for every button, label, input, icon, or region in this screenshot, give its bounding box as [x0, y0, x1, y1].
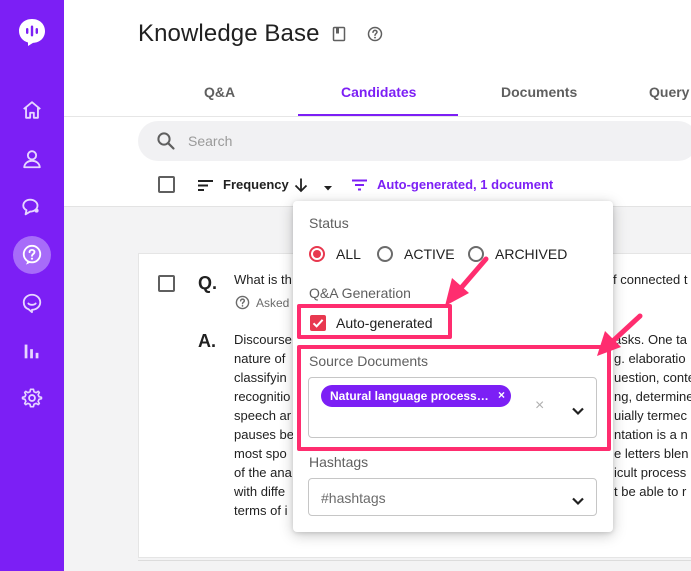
- tab-qa[interactable]: Q&A: [204, 84, 235, 100]
- answer-line: with diffe: [234, 484, 286, 499]
- asked-count: Asked: [256, 296, 290, 310]
- answer-line: pauses be: [234, 427, 294, 442]
- generation-section-title: Q&A Generation: [309, 285, 411, 301]
- filter-icon[interactable]: [351, 177, 369, 193]
- answer-line: of the ana: [234, 465, 292, 480]
- search-input[interactable]: [188, 129, 588, 153]
- answer-line-continued: icult process: [614, 465, 687, 480]
- status-radio-active[interactable]: [377, 246, 393, 262]
- help-circle-icon[interactable]: [367, 26, 383, 42]
- highlight-source-documents: [297, 345, 611, 451]
- answer-marker: A.: [198, 331, 216, 351]
- chat-bubble-icon[interactable]: [17, 17, 47, 47]
- arrow-down-icon[interactable]: [292, 176, 310, 194]
- answer-line-continued: g. elaboratio: [614, 351, 686, 366]
- sort-field-button[interactable]: Frequency: [223, 177, 289, 192]
- messages-icon[interactable]: [16, 287, 48, 319]
- question-text-continued: f connected t: [613, 272, 688, 287]
- search-icon: [156, 131, 176, 151]
- hashtags-select[interactable]: [308, 478, 597, 516]
- status-section-title: Status: [309, 215, 349, 231]
- analytics-icon[interactable]: [16, 335, 48, 367]
- answer-line: speech ar: [234, 408, 292, 423]
- book-icon[interactable]: [331, 26, 347, 42]
- filter-summary-button[interactable]: Auto-generated, 1 document: [377, 177, 553, 192]
- page-title: Knowledge Base: [138, 20, 320, 47]
- candidate-checkbox[interactable]: [158, 275, 175, 292]
- card-divider: [138, 560, 691, 561]
- gear-icon[interactable]: [16, 382, 48, 414]
- status-radio-all[interactable]: [309, 246, 325, 262]
- answer-line-continued: asks. One ta: [614, 332, 687, 347]
- answer-line: most spo: [234, 446, 287, 461]
- chevron-down-icon[interactable]: [571, 493, 585, 506]
- sidebar: [0, 0, 64, 571]
- tab-candidates[interactable]: Candidates: [341, 84, 416, 100]
- sort-icon: [197, 177, 215, 193]
- answer-line: terms of i: [234, 503, 288, 518]
- caret-down-icon[interactable]: [322, 180, 334, 191]
- answer-line-continued: ng, determine: [614, 389, 691, 404]
- answer-line: recognitio: [234, 389, 291, 404]
- answer-line: nature of: [234, 351, 286, 366]
- tabs-divider: [64, 116, 691, 117]
- help-circle-icon: [235, 295, 250, 310]
- hashtags-input[interactable]: [321, 488, 551, 508]
- answer-line-continued: uestion, conte: [614, 370, 691, 385]
- answer-line: classifyin: [234, 370, 287, 385]
- answer-line-continued: ntation is a n: [614, 427, 688, 442]
- tab-query[interactable]: Query: [649, 84, 689, 100]
- highlight-auto-generated: [297, 304, 452, 339]
- answer-line-continued: e letters blen: [614, 446, 689, 461]
- question-marker: Q.: [198, 273, 218, 293]
- status-radio-archived[interactable]: [468, 246, 484, 262]
- user-icon[interactable]: [16, 143, 48, 175]
- status-label-all[interactable]: ALL: [336, 246, 361, 262]
- answer-line: Discourse: [234, 332, 292, 347]
- status-label-active[interactable]: ACTIVE: [404, 246, 455, 262]
- status-label-archived[interactable]: ARCHIVED: [495, 246, 567, 262]
- home-icon[interactable]: [16, 94, 48, 126]
- conversations-icon[interactable]: [16, 191, 48, 223]
- hashtags-title: Hashtags: [309, 454, 369, 470]
- knowledge-base-icon[interactable]: [13, 236, 51, 274]
- question-text: What is th: [234, 272, 292, 287]
- tab-documents[interactable]: Documents: [501, 84, 577, 100]
- answer-line-continued: uially termec: [614, 408, 687, 423]
- select-all-checkbox[interactable]: [158, 176, 175, 193]
- answer-line-continued: t be able to r: [614, 484, 687, 499]
